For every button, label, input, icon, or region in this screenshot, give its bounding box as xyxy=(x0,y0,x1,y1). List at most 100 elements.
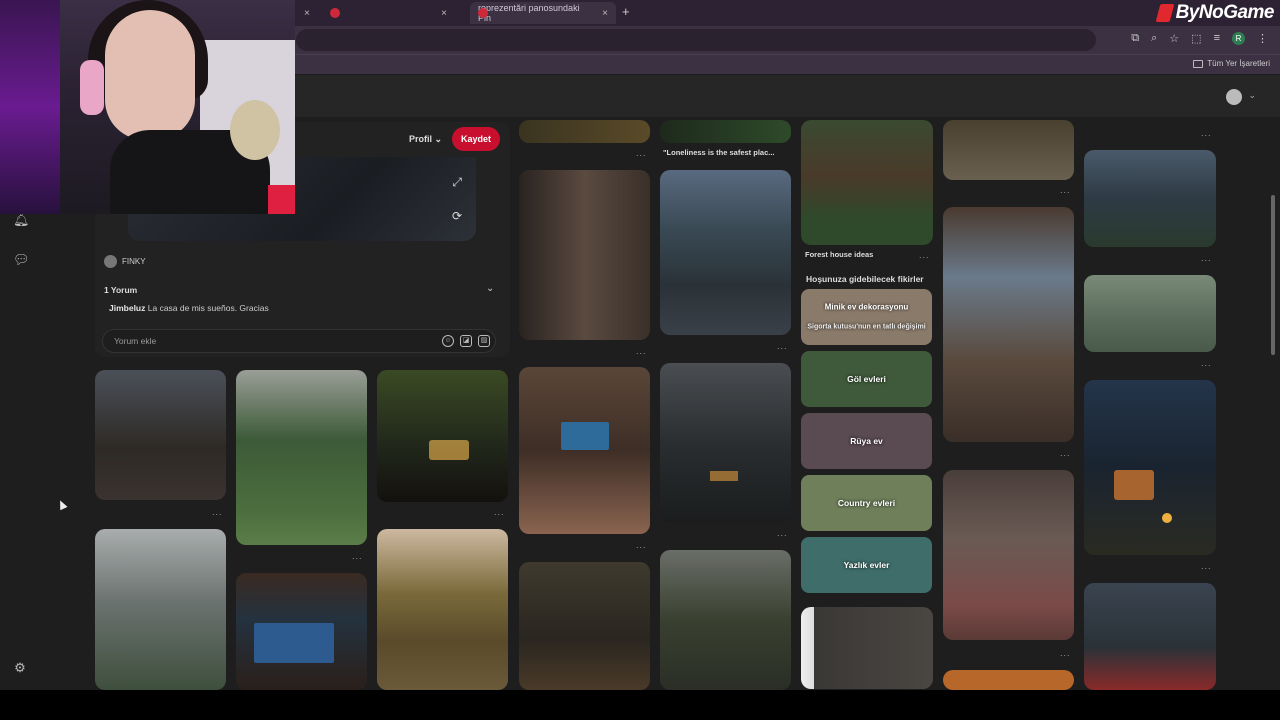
more-options-icon[interactable]: ... xyxy=(1060,185,1071,195)
more-options-icon[interactable]: ... xyxy=(212,507,223,517)
pin-card[interactable] xyxy=(943,207,1074,442)
scrollbar[interactable] xyxy=(1271,195,1275,355)
author-avatar xyxy=(104,255,117,268)
more-options-icon[interactable]: ... xyxy=(1060,648,1071,658)
pin-card[interactable] xyxy=(519,170,650,340)
visual-search-icon[interactable]: ⟳ xyxy=(452,209,462,223)
red-object xyxy=(268,185,295,214)
save-button[interactable]: Kaydet xyxy=(452,127,500,151)
teddy-bear xyxy=(230,100,280,160)
suggestions-heading: Hoşunuza gidebilecek fikirler xyxy=(806,274,924,284)
media-icon[interactable]: ≡ xyxy=(1214,32,1220,45)
pin-author[interactable]: FINKY xyxy=(104,255,146,268)
messages-icon[interactable]: 💬︎ xyxy=(13,253,30,267)
more-options-icon[interactable]: ... xyxy=(636,540,647,550)
pin-card[interactable] xyxy=(1084,583,1216,690)
cabin-light xyxy=(710,471,738,481)
pin-card[interactable] xyxy=(519,120,650,143)
comments-chevron-down-icon[interactable]: ⌄ xyxy=(486,283,494,294)
tab-close-icon[interactable]: × xyxy=(441,8,447,19)
cabin xyxy=(1114,470,1154,500)
author-name: FINKY xyxy=(122,257,146,266)
pin-card[interactable] xyxy=(660,120,791,143)
more-options-icon[interactable]: ... xyxy=(636,346,647,356)
new-tab-button[interactable]: + xyxy=(622,4,630,19)
pin-card[interactable] xyxy=(519,367,650,534)
tab-title: reprezentări panosundaki Pin xyxy=(478,3,580,23)
more-options-icon[interactable]: ... xyxy=(1201,128,1212,138)
expand-icon[interactable]: ⤢ xyxy=(452,175,462,190)
pin-card[interactable] xyxy=(377,529,508,690)
tab-close-icon[interactable]: × xyxy=(602,8,608,19)
emoji-icon[interactable]: ☺ xyxy=(442,335,454,347)
pin-card[interactable] xyxy=(943,120,1074,180)
tv-screen xyxy=(561,422,609,450)
more-options-icon[interactable]: ... xyxy=(636,148,647,158)
pinterest-favicon-icon xyxy=(330,8,340,18)
category-tile[interactable]: Rüya ev xyxy=(801,413,932,469)
pin-card[interactable] xyxy=(236,573,367,690)
pin-title[interactable]: "Loneliness is the safest plac... xyxy=(663,148,775,157)
install-icon[interactable]: ⧉ xyxy=(1131,32,1139,45)
tv-screen xyxy=(254,623,334,663)
pin-card[interactable] xyxy=(377,370,508,502)
category-tile[interactable]: Göl evleri xyxy=(801,351,932,407)
campfire xyxy=(1162,513,1172,523)
pin-card[interactable] xyxy=(943,470,1074,640)
more-options-icon[interactable]: ... xyxy=(1201,561,1212,571)
pin-card[interactable] xyxy=(95,370,226,500)
browser-tab[interactable]: ⚘ × xyxy=(322,2,468,24)
profile-dropdown[interactable]: Profil ⌄ xyxy=(409,134,442,145)
pin-card[interactable] xyxy=(1084,380,1216,555)
sticker-icon[interactable]: ◪ xyxy=(460,335,472,347)
more-options-icon[interactable]: ... xyxy=(919,250,930,260)
more-options-icon[interactable]: ... xyxy=(777,528,788,538)
pin-card[interactable] xyxy=(1084,275,1216,352)
pin-card[interactable] xyxy=(236,370,367,545)
pin-card[interactable] xyxy=(801,607,933,689)
browser-tab-active[interactable]: reprezentări panosundaki Pin × xyxy=(470,2,616,24)
user-avatar[interactable] xyxy=(1226,89,1242,105)
notifications-bell-icon[interactable]: 🔔︎ xyxy=(13,213,30,227)
settings-gear-icon[interactable]: ⚙ xyxy=(13,661,27,675)
brand-mark-icon xyxy=(1155,4,1174,22)
menu-icon[interactable]: ⋮ xyxy=(1257,32,1268,45)
profile-avatar[interactable]: R xyxy=(1232,32,1245,45)
extensions-icon[interactable]: ⬚ xyxy=(1191,32,1201,45)
image-upload-icon[interactable]: ▨ xyxy=(478,335,490,347)
more-options-icon[interactable]: ... xyxy=(1060,448,1071,458)
comment-input[interactable]: Yorum ekle ☺ ◪ ▨ xyxy=(102,329,496,353)
pin-card[interactable] xyxy=(660,550,791,690)
category-tile[interactable]: Country evleri xyxy=(801,475,932,531)
address-bar[interactable] xyxy=(296,29,1096,51)
more-options-icon[interactable]: ... xyxy=(494,507,505,517)
toolbar-icons: ⧉ ⌕ ☆ ⬚ ≡ R ⋮ xyxy=(1131,32,1268,45)
bookmark-star-icon[interactable]: ☆ xyxy=(1169,32,1179,45)
category-label: Minik ev dekorasyonu xyxy=(824,302,909,312)
pin-card[interactable] xyxy=(660,170,791,335)
all-bookmarks-button[interactable]: Tüm Yer İşaretleri xyxy=(1193,59,1270,68)
pin-card[interactable] xyxy=(1084,150,1216,247)
more-options-icon[interactable]: ... xyxy=(352,551,363,561)
zoom-icon[interactable]: ⌕ xyxy=(1151,32,1157,45)
more-options-icon[interactable]: ... xyxy=(1201,358,1212,368)
pin-card[interactable] xyxy=(660,363,791,523)
pin-card[interactable] xyxy=(519,562,650,690)
more-options-icon[interactable]: ... xyxy=(1201,253,1212,263)
category-tile[interactable]: Minik ev dekorasyonu Sigorta kutusu'nun … xyxy=(801,289,932,345)
pin-title[interactable]: Forest house ideas xyxy=(805,250,873,259)
comment-author[interactable]: Jimbeluz xyxy=(109,303,145,313)
browser-tab[interactable]: × xyxy=(296,2,320,24)
account-chevron-down-icon[interactable]: ⌄ xyxy=(1248,90,1256,101)
pin-card[interactable] xyxy=(95,529,226,690)
pin-card[interactable] xyxy=(943,670,1074,690)
more-options-icon[interactable]: ... xyxy=(777,341,788,351)
comments-count[interactable]: 1 Yorum xyxy=(104,285,137,295)
comment: Jimbeluz La casa de mis sueños. Gracias xyxy=(109,303,269,313)
category-label: Rüya ev xyxy=(850,436,883,446)
suggestions-list: Minik ev dekorasyonu Sigorta kutusu'nun … xyxy=(801,289,933,689)
all-bookmarks-label: Tüm Yer İşaretleri xyxy=(1207,59,1270,68)
category-tile[interactable]: Yazlık evler xyxy=(801,537,932,593)
pin-card[interactable] xyxy=(801,120,933,245)
tab-close-icon[interactable]: × xyxy=(304,8,310,19)
